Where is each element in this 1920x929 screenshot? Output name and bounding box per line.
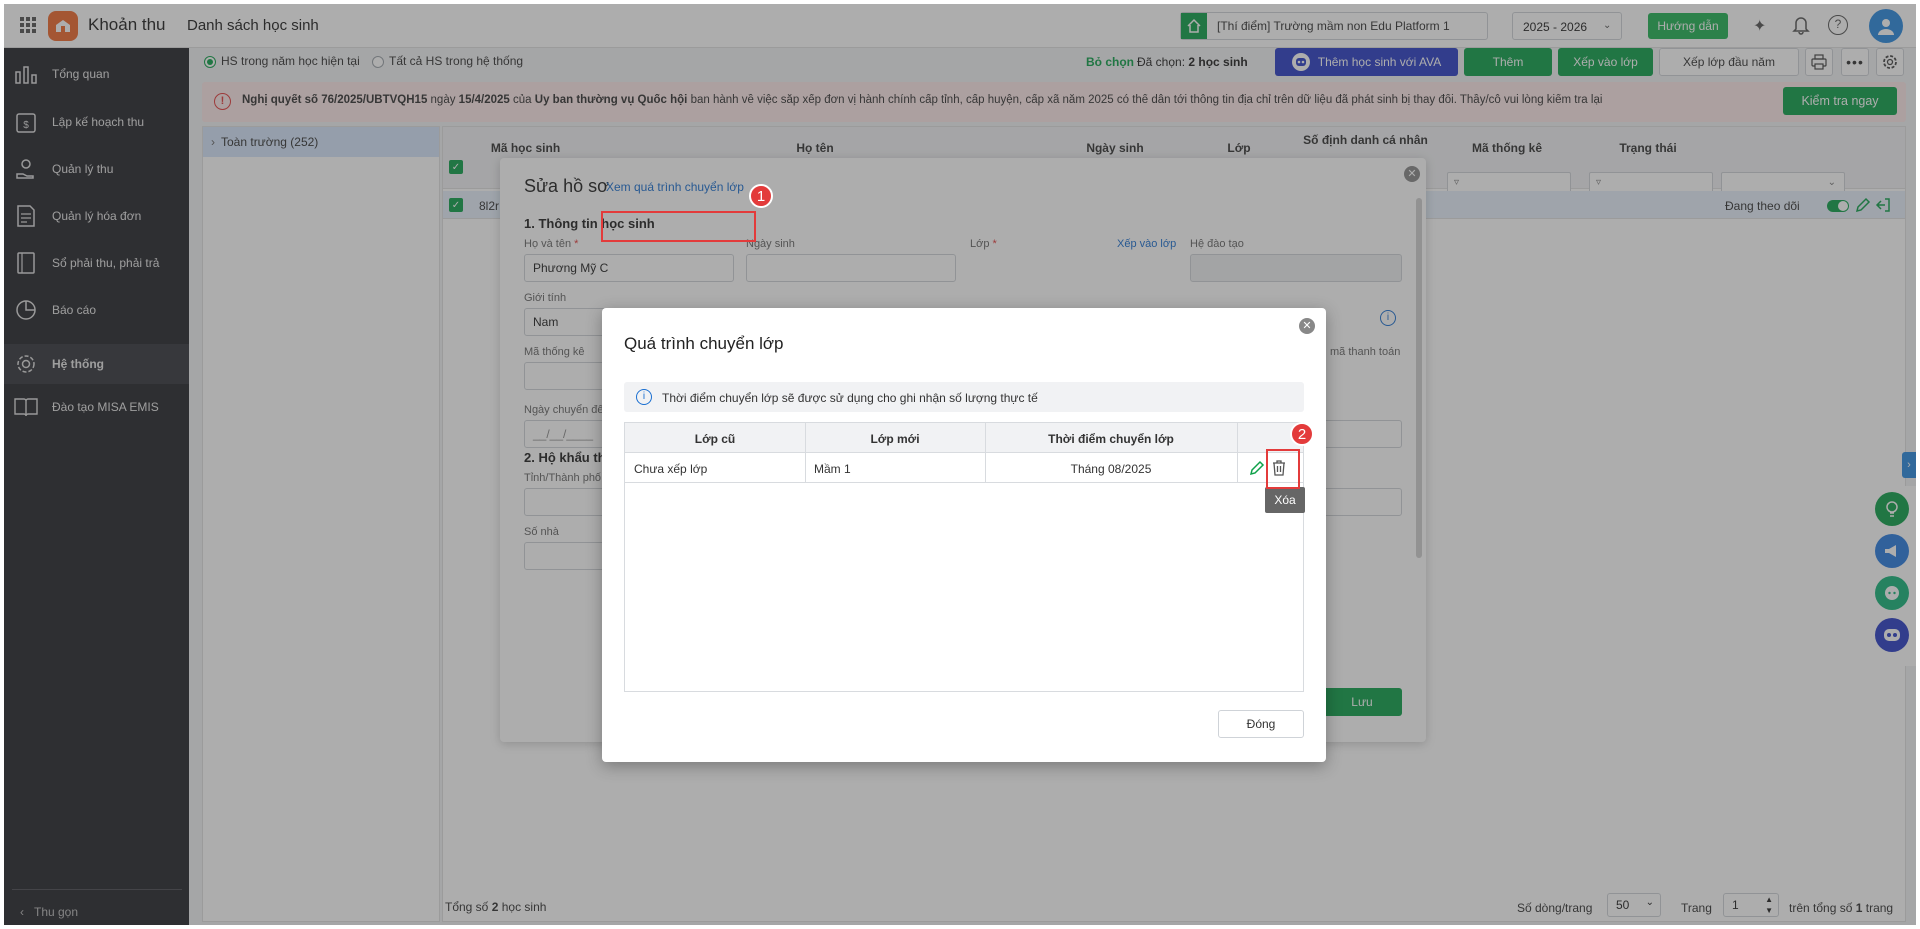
app-frame: Khoản thu Danh sách học sinh [Thí điểm] … [4, 4, 1916, 925]
col-old-class: Lớp cũ [694, 432, 736, 446]
history-transfer-time: Tháng 08/2025 [1070, 462, 1152, 476]
history-dialog-close-icon[interactable]: ✕ [1299, 318, 1315, 334]
annotation-box-1 [601, 211, 756, 242]
transfer-history-dialog: Quá trình chuyển lớp ✕ i Thời điểm chuyể… [602, 308, 1326, 762]
annotation-box-2 [1266, 449, 1300, 489]
history-edit-icon[interactable] [1249, 460, 1265, 479]
history-new-class: Mầm 1 [814, 462, 851, 476]
close-button[interactable]: Đóng [1218, 710, 1304, 738]
col-new-class: Lớp mới [870, 432, 920, 446]
delete-tooltip: Xóa [1265, 487, 1305, 513]
history-dialog-title: Quá trình chuyển lớp [624, 334, 784, 353]
info-circle-icon: i [636, 389, 652, 405]
annotation-badge-1: 1 [749, 184, 773, 208]
info-note: i Thời điểm chuyển lớp sẽ được sử dụng c… [624, 382, 1304, 412]
history-row: Chưa xếp lớp Mầm 1 Tháng 08/2025 [625, 453, 1303, 483]
history-old-class: Chưa xếp lớp [634, 462, 708, 476]
info-note-text: Thời điểm chuyển lớp sẽ được sử dụng cho… [662, 391, 1038, 405]
col-transfer-time: Thời điểm chuyển lớp [1048, 432, 1174, 446]
history-table: Lớp cũ Lớp mới Thời điểm chuyển lớp Chưa… [624, 422, 1304, 692]
annotation-badge-2: 2 [1290, 422, 1314, 446]
